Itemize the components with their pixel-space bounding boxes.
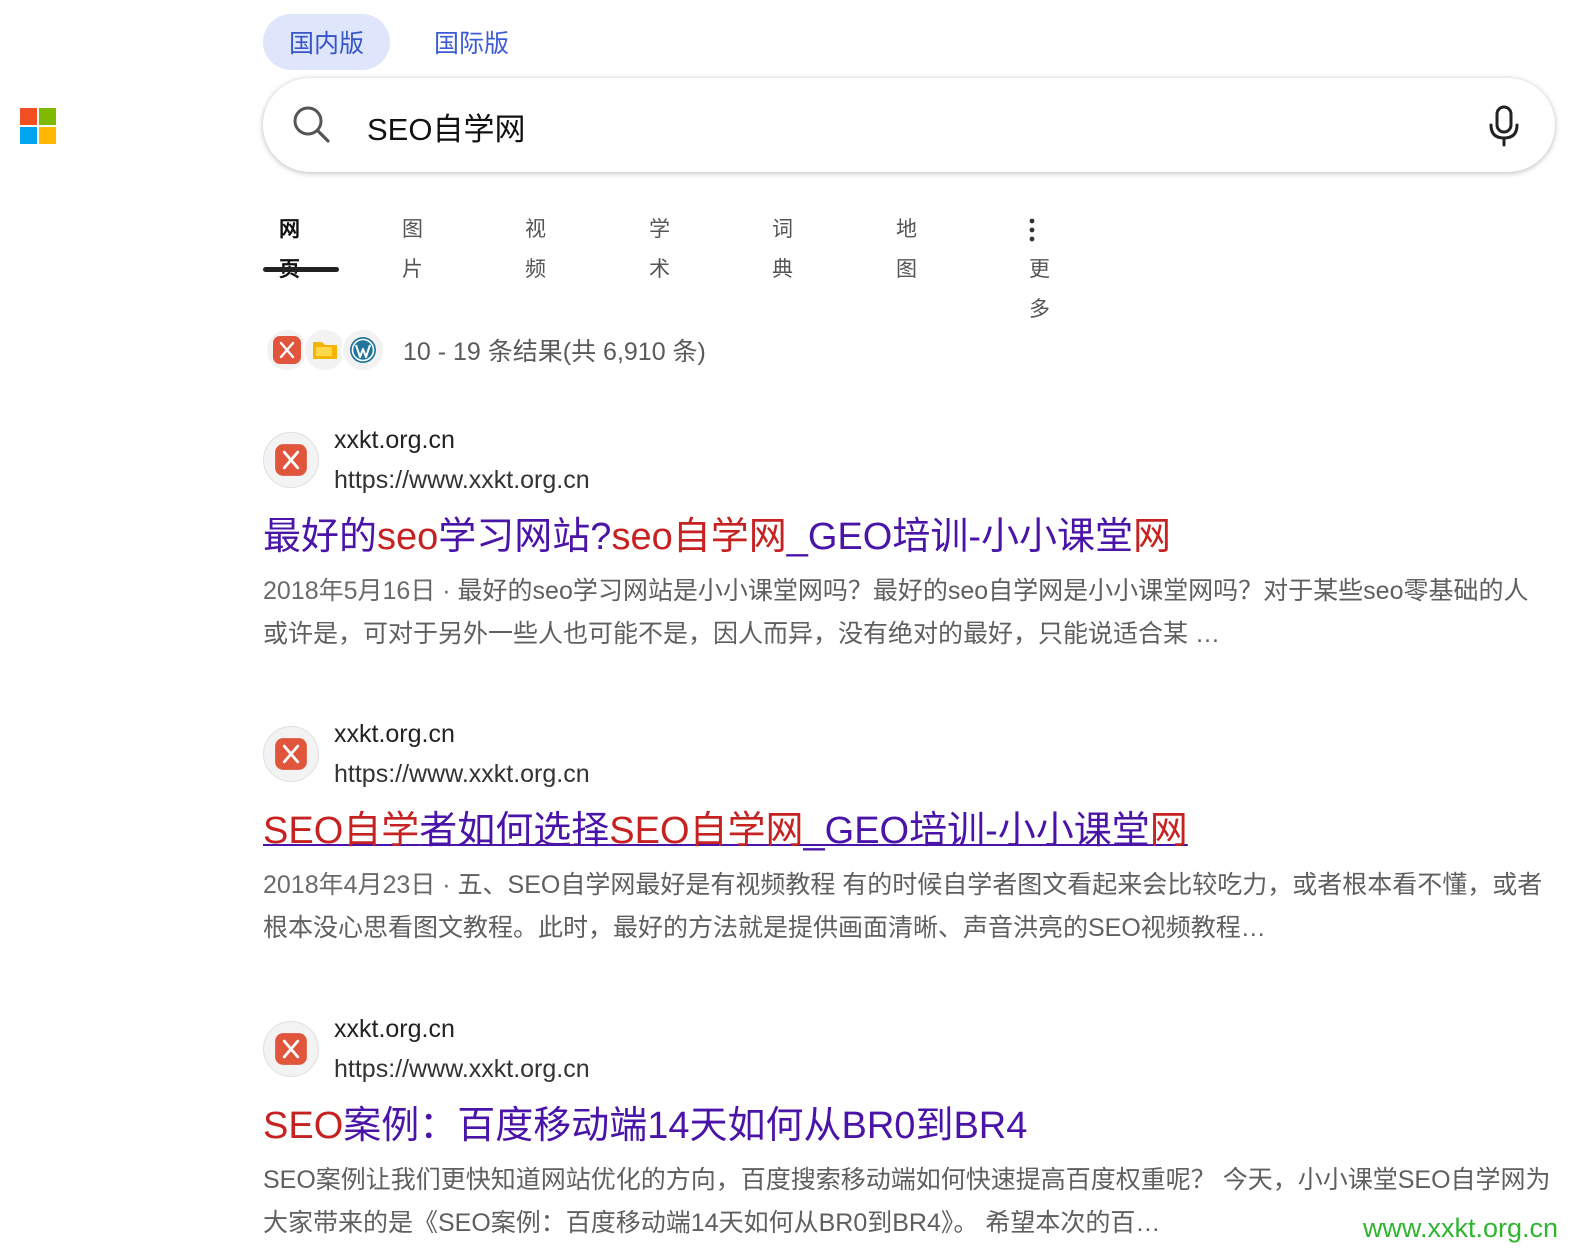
- tab-international[interactable]: 国际版: [408, 14, 535, 70]
- search-input[interactable]: [365, 100, 1449, 152]
- nav-videos[interactable]: 视频: [525, 210, 546, 281]
- title-highlight: seo自学网: [611, 516, 787, 558]
- logo-red-square: [20, 108, 37, 125]
- site-favicon-wordpress: [341, 328, 385, 372]
- result-snippet: SEO案例让我们更快知道网站优化的方向，百度搜索移动端如何快速提高百度权重呢？ …: [263, 1159, 1553, 1245]
- active-tab-underline: [263, 267, 339, 272]
- result-count: 10 - 19 条结果(共 6,910 条): [403, 338, 706, 366]
- result-favicon[interactable]: [263, 726, 319, 782]
- title-part: _GEO培训-小小课堂: [803, 810, 1150, 852]
- x-box-icon: [273, 336, 301, 364]
- title-part: 案例：百度移动端14天如何从BR0到BR4: [343, 1105, 1028, 1147]
- result-snippet: 2018年4月23日 · 五、SEO自学网最好是有视频教程 有的时候自学者图文看…: [263, 864, 1553, 950]
- nav-academic[interactable]: 学术: [649, 210, 670, 281]
- nav-maps[interactable]: 地图: [896, 210, 917, 281]
- result-url[interactable]: https://www.xxkt.org.cn: [334, 1053, 590, 1085]
- result-favicon[interactable]: [263, 1021, 319, 1077]
- watermark: www.xxkt.org.cn: [1362, 1213, 1558, 1243]
- title-part: 最好的: [263, 516, 378, 558]
- logo-blue-square: [20, 127, 37, 144]
- nav-web[interactable]: 网页: [279, 210, 300, 281]
- result-url[interactable]: https://www.xxkt.org.cn: [334, 758, 590, 790]
- nav-more-label: 更多: [1029, 258, 1050, 321]
- microsoft-logo[interactable]: [20, 108, 56, 144]
- microphone-icon[interactable]: [1487, 105, 1521, 147]
- title-highlight: SEO: [263, 1105, 344, 1147]
- result-site-name[interactable]: xxkt.org.cn: [334, 1013, 455, 1045]
- result-title-link[interactable]: SEO自学者如何选择SEO自学网_GEO培训-小小课堂网: [263, 808, 1188, 854]
- x-box-icon: [275, 1033, 307, 1065]
- title-highlight: SEO自学: [263, 810, 420, 852]
- logo-green-square: [39, 108, 56, 125]
- title-highlight: seo: [377, 516, 439, 558]
- title-part: _GEO培训-小小课堂: [786, 516, 1133, 558]
- result-site-name[interactable]: xxkt.org.cn: [334, 424, 455, 456]
- more-vertical-icon: [1029, 219, 1035, 242]
- title-part: 者如何选择: [419, 810, 610, 852]
- title-highlight: 网: [1149, 810, 1188, 852]
- title-highlight: 网: [1132, 516, 1171, 558]
- result-title-link[interactable]: 最好的seo学习网站?seo自学网_GEO培训-小小课堂网: [263, 514, 1171, 560]
- x-box-icon: [275, 444, 307, 476]
- nav-images[interactable]: 图片: [402, 210, 423, 281]
- title-highlight: SEO自学网: [609, 810, 804, 852]
- result-date: 2018年5月16日 ·: [263, 577, 458, 605]
- result-url[interactable]: https://www.xxkt.org.cn: [334, 464, 590, 496]
- nav-dictionary[interactable]: 词典: [772, 210, 793, 281]
- result-favicon[interactable]: [263, 432, 319, 488]
- nav-more[interactable]: 更多: [1029, 210, 1050, 321]
- result-title-link[interactable]: SEO案例：百度移动端14天如何从BR0到BR4: [263, 1103, 1027, 1149]
- folder-icon: [313, 342, 337, 359]
- result-snippet: 2018年5月16日 · 最好的seo学习网站是小小课堂网吗？最好的seo自学网…: [263, 570, 1553, 656]
- result-site-name[interactable]: xxkt.org.cn: [334, 718, 455, 750]
- logo-yellow-square: [39, 127, 56, 144]
- x-box-icon: [275, 738, 307, 770]
- snippet-text: SEO案例让我们更快知道网站优化的方向，百度搜索移动端如何快速提高百度权重呢？ …: [263, 1166, 1551, 1237]
- search-icon[interactable]: [291, 104, 331, 144]
- title-part: 学习网站?: [438, 516, 612, 558]
- search-box[interactable]: [263, 78, 1555, 172]
- wordpress-icon: [350, 337, 376, 363]
- result-count-row: 10 - 19 条结果(共 6,910 条): [265, 325, 706, 375]
- result-date: 2018年4月23日 ·: [263, 871, 458, 899]
- market-tabs: 国内版 国际版: [263, 14, 535, 70]
- tab-domestic[interactable]: 国内版: [263, 14, 391, 70]
